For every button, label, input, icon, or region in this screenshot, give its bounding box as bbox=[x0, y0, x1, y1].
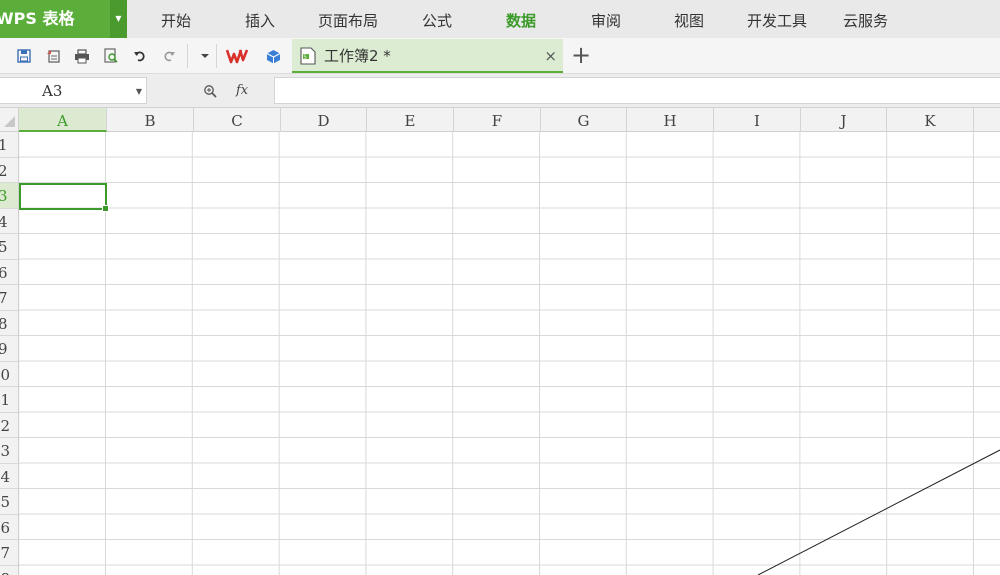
redo-icon[interactable] bbox=[160, 47, 178, 65]
column-header-j[interactable]: J bbox=[801, 108, 887, 132]
spreadsheet-file-icon: S bbox=[300, 47, 316, 69]
column-header-next[interactable] bbox=[974, 108, 1000, 132]
row-headers: 1 2 3 4 5 6 7 8 9 10 11 12 13 14 15 16 1… bbox=[0, 132, 19, 575]
toolbar-separator bbox=[216, 44, 217, 68]
column-header-d[interactable]: D bbox=[281, 108, 367, 132]
row-header-1[interactable]: 1 bbox=[0, 132, 18, 158]
row-header-16[interactable]: 16 bbox=[0, 515, 18, 540]
drawn-line-shape[interactable] bbox=[19, 132, 1000, 575]
row-header-18[interactable]: 18 bbox=[0, 566, 18, 575]
cell-grid[interactable] bbox=[19, 132, 1000, 575]
column-header-e[interactable]: E bbox=[367, 108, 454, 132]
svg-text:S: S bbox=[304, 55, 307, 61]
row-header-12[interactable]: 12 bbox=[0, 413, 18, 438]
print-icon[interactable] bbox=[73, 47, 91, 65]
column-header-c[interactable]: C bbox=[194, 108, 281, 132]
row-header-8[interactable]: 8 bbox=[0, 311, 18, 336]
app-name: WPS 表格 bbox=[0, 9, 75, 28]
menu-developer[interactable]: 开发工具 bbox=[747, 0, 807, 38]
column-header-b[interactable]: B bbox=[107, 108, 194, 132]
menu-cloud[interactable]: 云服务 bbox=[843, 0, 888, 38]
row-header-9[interactable]: 9 bbox=[0, 336, 18, 362]
menu-start[interactable]: 开始 bbox=[161, 0, 191, 38]
zoom-icon[interactable] bbox=[203, 80, 217, 102]
column-headers: A B C D E F G H I J K bbox=[19, 108, 1000, 132]
app-menu-button[interactable]: WPS 表格 bbox=[0, 0, 110, 38]
row-header-11[interactable]: 11 bbox=[0, 387, 18, 413]
column-header-a[interactable]: A bbox=[19, 108, 107, 132]
add-tab-icon[interactable]: + bbox=[570, 40, 592, 72]
row-header-7[interactable]: 7 bbox=[0, 285, 18, 311]
row-header-2[interactable]: 2 bbox=[0, 158, 18, 183]
menu-page-layout[interactable]: 页面布局 bbox=[318, 0, 378, 38]
row-header-5[interactable]: 5 bbox=[0, 234, 18, 260]
row-header-3[interactable]: 3 bbox=[0, 183, 18, 209]
row-header-6[interactable]: 6 bbox=[0, 260, 18, 285]
row-header-13[interactable]: 13 bbox=[0, 438, 18, 464]
name-box-dropdown-icon[interactable]: ▼ bbox=[136, 78, 142, 105]
column-header-f[interactable]: F bbox=[454, 108, 541, 132]
function-icon[interactable]: fx bbox=[236, 80, 248, 102]
column-header-g[interactable]: G bbox=[541, 108, 627, 132]
formula-input[interactable] bbox=[274, 77, 1000, 104]
save-icon[interactable] bbox=[15, 47, 33, 65]
save-as-icon[interactable] bbox=[44, 47, 62, 65]
active-cell-a3[interactable] bbox=[19, 183, 109, 212]
row-header-14[interactable]: 14 bbox=[0, 464, 18, 489]
name-box[interactable]: A3 ▼ bbox=[0, 77, 147, 104]
column-header-k[interactable]: K bbox=[887, 108, 974, 132]
formula-bar: A3 ▼ fx bbox=[0, 74, 1000, 108]
column-header-h[interactable]: H bbox=[627, 108, 714, 132]
close-tab-icon[interactable]: × bbox=[544, 39, 557, 73]
row-header-10[interactable]: 10 bbox=[0, 362, 18, 387]
menu-data[interactable]: 数据 bbox=[506, 0, 536, 38]
menu-view[interactable]: 视图 bbox=[674, 0, 704, 38]
menu-bar: WPS 表格 ▼ 开始 插入 页面布局 公式 数据 审阅 视图 开发工具 云服务 bbox=[0, 0, 1000, 38]
quick-access-toolbar: S 工作簿2 * × + bbox=[0, 38, 1000, 74]
cube-icon[interactable] bbox=[264, 47, 282, 65]
undo-icon[interactable] bbox=[131, 47, 149, 65]
name-box-value: A3 bbox=[42, 82, 63, 100]
dropdown-icon[interactable] bbox=[196, 47, 214, 65]
app-menu-arrow-icon[interactable]: ▼ bbox=[110, 0, 127, 38]
wps-logo-icon[interactable] bbox=[226, 47, 248, 65]
row-header-17[interactable]: 17 bbox=[0, 540, 18, 566]
select-all-corner[interactable] bbox=[0, 108, 19, 132]
menu-review[interactable]: 审阅 bbox=[591, 0, 621, 38]
column-header-i[interactable]: I bbox=[714, 108, 801, 132]
row-header-15[interactable]: 15 bbox=[0, 489, 18, 515]
print-preview-icon[interactable] bbox=[102, 47, 120, 65]
menu-insert[interactable]: 插入 bbox=[245, 0, 275, 38]
document-tab-title: 工作簿2 * bbox=[324, 47, 391, 65]
document-tab[interactable]: S 工作簿2 * × bbox=[292, 39, 563, 73]
row-header-4[interactable]: 4 bbox=[0, 209, 18, 234]
toolbar-separator bbox=[187, 44, 188, 68]
menu-formula[interactable]: 公式 bbox=[422, 0, 452, 38]
